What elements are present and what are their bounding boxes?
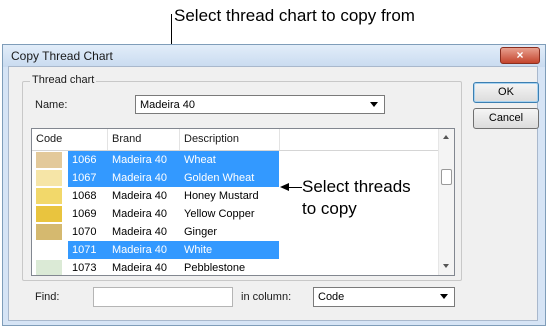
cell-description: White — [184, 244, 213, 256]
callout-select-chart: Select thread chart to copy from — [174, 6, 415, 25]
scroll-down-icon[interactable] — [443, 264, 449, 268]
cell-description: Honey Mustard — [184, 190, 259, 202]
close-button[interactable]: × — [500, 47, 540, 64]
color-swatch — [36, 224, 62, 240]
cell-code: 1073 — [72, 262, 97, 274]
chevron-down-icon — [370, 102, 378, 107]
color-swatch — [36, 260, 62, 275]
cell-code: 1070 — [72, 226, 97, 238]
color-swatch — [36, 206, 62, 222]
thread-chart-group-label: Thread chart — [30, 74, 97, 86]
chevron-down-icon — [440, 294, 448, 299]
row-highlight — [68, 151, 279, 169]
color-swatch — [36, 188, 62, 204]
cell-brand: Madeira 40 — [112, 154, 168, 166]
name-label: Name: — [35, 99, 68, 111]
cell-description: Ginger — [184, 226, 218, 238]
callout-left-arrow-line — [288, 187, 302, 188]
cell-code: 1071 — [72, 244, 97, 256]
table-row[interactable]: 1073 Madeira 40 Pebblestone — [32, 259, 439, 275]
cell-brand: Madeira 40 — [112, 190, 168, 202]
scroll-thumb[interactable] — [441, 169, 452, 185]
color-swatch — [36, 152, 62, 168]
row-highlight — [68, 223, 279, 241]
cell-description: Pebblestone — [184, 262, 246, 274]
callout-select-threads: Select threads to copy — [302, 176, 411, 220]
cell-brand: Madeira 40 — [112, 262, 168, 274]
column-header-brand[interactable]: Brand — [108, 129, 180, 150]
cell-code: 1068 — [72, 190, 97, 202]
find-label: Find: — [35, 291, 60, 303]
cell-code: 1066 — [72, 154, 97, 166]
find-column-dropdown[interactable]: Code — [313, 287, 455, 307]
cell-description: Wheat — [184, 154, 216, 166]
callout-select-threads-line1: Select threads — [302, 177, 411, 196]
thread-chart-name-value: Madeira 40 — [140, 99, 196, 111]
scroll-up-icon[interactable] — [443, 135, 449, 139]
window-title: Copy Thread Chart — [11, 49, 113, 63]
ok-button[interactable]: OK — [473, 82, 539, 103]
in-column-label: in column: — [241, 291, 292, 303]
cell-brand: Madeira 40 — [112, 208, 168, 220]
thread-list-header: Code Brand Description — [32, 129, 439, 151]
row-highlight — [68, 241, 279, 259]
list-scrollbar[interactable] — [438, 129, 454, 275]
cell-brand: Madeira 40 — [112, 226, 168, 238]
cancel-button[interactable]: Cancel — [473, 108, 539, 129]
cell-brand: Madeira 40 — [112, 172, 168, 184]
color-swatch — [36, 170, 62, 186]
cell-code: 1069 — [72, 208, 97, 220]
cell-code: 1067 — [72, 172, 97, 184]
callout-select-threads-line2: to copy — [302, 199, 357, 218]
title-bar: Copy Thread Chart × — [3, 45, 545, 67]
cell-brand: Madeira 40 — [112, 244, 168, 256]
column-header-code[interactable]: Code — [32, 129, 108, 150]
cell-description: Yellow Copper — [184, 208, 255, 220]
table-row[interactable]: 1070 Madeira 40 Ginger — [32, 223, 439, 241]
row-highlight — [68, 259, 279, 275]
color-swatch — [36, 242, 62, 258]
column-header-description[interactable]: Description — [180, 129, 280, 150]
callout-left-arrow-head — [280, 183, 289, 191]
table-row[interactable]: 1071 Madeira 40 White — [32, 241, 439, 259]
thread-chart-name-dropdown[interactable]: Madeira 40 — [135, 95, 385, 114]
find-column-value: Code — [318, 291, 345, 303]
table-row[interactable]: 1066 Madeira 40 Wheat — [32, 151, 439, 169]
find-input[interactable] — [93, 287, 233, 307]
cell-description: Golden Wheat — [184, 172, 255, 184]
